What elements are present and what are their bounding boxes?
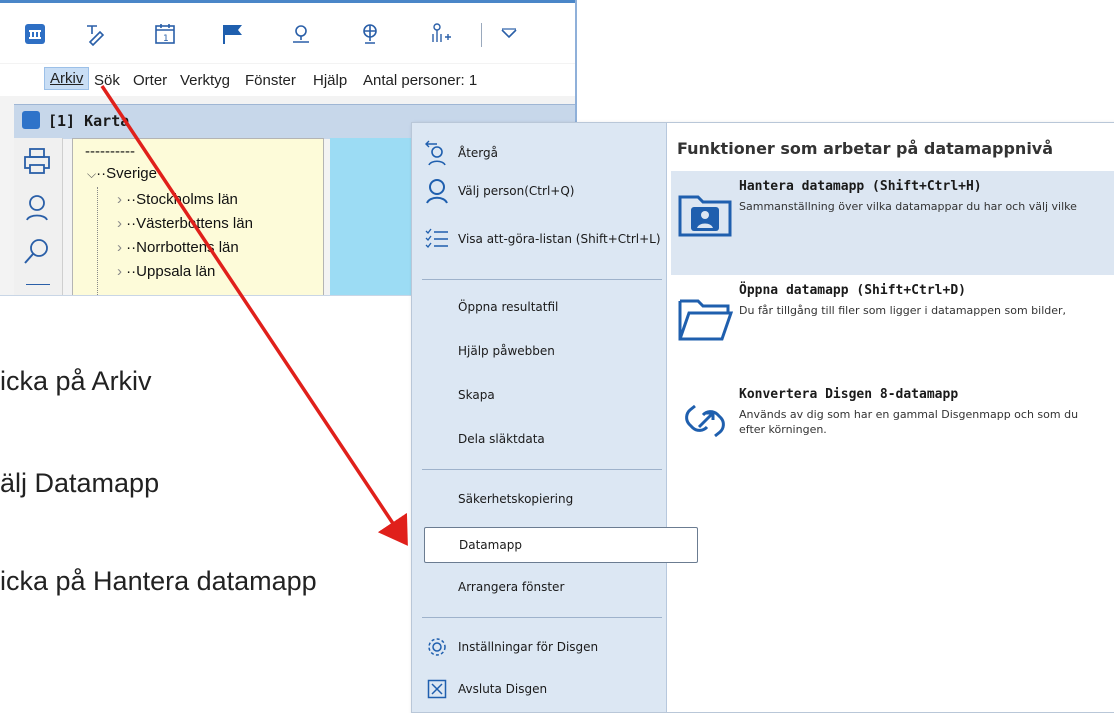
- menu-item-hjalp-pa-webben[interactable]: Hjälp påwebben: [424, 333, 696, 369]
- menu-fonster[interactable]: Fönster: [245, 72, 296, 89]
- tree-item-stockholm[interactable]: › ··Stockholms län: [117, 191, 238, 208]
- folder-person-icon: [677, 185, 733, 241]
- hantera-datamapp-option[interactable]: Hantera datamapp (Shift+Ctrl+H) Sammanst…: [671, 171, 1114, 275]
- convert-link-icon: [677, 393, 733, 449]
- file-menu-panel: Återgå Välj person(Ctrl+Q) Visa att-göra…: [411, 122, 1114, 713]
- family-tree-icon: [22, 111, 40, 129]
- instruction-step-3: icka på Hantera datamapp: [0, 566, 317, 596]
- menu-item-avsluta[interactable]: Avsluta Disgen: [424, 671, 662, 707]
- menu-item-valj-person[interactable]: Välj person(Ctrl+Q): [424, 173, 662, 209]
- menu-item-installningar[interactable]: Inställningar för Disgen: [424, 629, 662, 665]
- person-icon[interactable]: [22, 192, 54, 224]
- option-title: Konvertera Disgen 8-datamapp: [739, 387, 959, 402]
- tree-item-vasterbotten[interactable]: › ··Västerbottens län: [117, 215, 253, 232]
- menu-item-oppna-resultatfil[interactable]: Öppna resultatfil: [424, 289, 696, 325]
- chevron-down-icon[interactable]: [494, 19, 524, 49]
- menu-item-datamapp[interactable]: Datamapp: [424, 527, 698, 563]
- menu-arkiv[interactable]: Arkiv: [44, 67, 90, 90]
- print-icon[interactable]: [22, 146, 54, 178]
- place-pin-icon[interactable]: [286, 19, 316, 49]
- gear-icon: [424, 634, 450, 660]
- option-title: Öppna datamapp (Shift+Ctrl+D): [739, 283, 966, 298]
- checklist-icon: [424, 226, 450, 252]
- toolbar: 1: [0, 0, 575, 63]
- flag-icon[interactable]: [218, 19, 248, 49]
- tree-guide-line: [97, 187, 98, 295]
- option-description: Används av dig som har en gammal Disgenm…: [739, 408, 1079, 436]
- tree-dashes: ----------: [85, 143, 135, 160]
- datamapp-functions-panel: Funktioner som arbetar på datamappnivå H…: [667, 123, 1114, 712]
- option-title: Hantera datamapp (Shift+Ctrl+H): [739, 179, 982, 194]
- search-icon[interactable]: [22, 236, 54, 268]
- folder-open-icon: [677, 289, 734, 345]
- family-tree-icon[interactable]: [20, 19, 50, 49]
- place-tree: ---------- ⌵··Sverige › ··Stockholms län…: [72, 138, 376, 295]
- menu-sok[interactable]: Sök: [94, 72, 120, 89]
- close-box-icon: [424, 676, 450, 702]
- menu-separator: [422, 279, 662, 280]
- menu-item-atergaa[interactable]: Återgå: [424, 135, 662, 171]
- menu-orter[interactable]: Orter: [133, 72, 167, 89]
- instruction-step-1: icka på Arkiv: [0, 366, 152, 396]
- menu-item-dela-slaktdata[interactable]: Dela släktdata: [424, 421, 696, 457]
- person-count-status: Antal personer: 1: [363, 72, 478, 89]
- toolbar-separator: [481, 23, 482, 47]
- konvertera-datamapp-option[interactable]: Konvertera Disgen 8-datamapp Används av …: [671, 379, 1114, 483]
- person-icon: [424, 178, 450, 204]
- menu-separator: [422, 617, 662, 618]
- menu-verktyg[interactable]: Verktyg: [180, 72, 230, 89]
- instruction-step-2: älj Datamapp: [0, 468, 160, 498]
- menu-bar: Arkiv Sök Orter Verktyg Fönster Hjälp An…: [0, 64, 575, 96]
- tree-item-norrbotten[interactable]: › ··Norrbottens län: [117, 239, 239, 256]
- menu-item-arrangera-fonster[interactable]: Arrangera fönster: [424, 569, 696, 605]
- oppna-datamapp-option[interactable]: Öppna datamapp (Shift+Ctrl+D) Du får til…: [671, 275, 1114, 379]
- menu-hjalp[interactable]: Hjälp: [313, 72, 347, 89]
- svg-text:1: 1: [163, 34, 169, 44]
- option-description: Sammanställning över vilka datamappar du…: [739, 200, 1077, 213]
- side-toolbar: [14, 138, 63, 295]
- menu-item-skapa[interactable]: Skapa: [424, 377, 696, 413]
- tree-item-sverige[interactable]: ⌵··Sverige: [87, 165, 157, 182]
- menu-separator: [422, 469, 662, 470]
- menu-item-att-gora-listan[interactable]: Visa att-göra-listan (Shift+Ctrl+L): [424, 221, 662, 257]
- add-person-icon[interactable]: [425, 19, 455, 49]
- option-description: Du får tillgång till filer som ligger i …: [739, 304, 1067, 317]
- inner-window-title: [1] Karta: [48, 112, 130, 130]
- functions-panel-title: Funktioner som arbetar på datamappnivå: [677, 139, 1054, 158]
- calendar-icon[interactable]: 1: [150, 19, 180, 49]
- back-person-icon: [424, 140, 450, 166]
- tree-item-uppsala[interactable]: › ··Uppsala län: [117, 263, 215, 280]
- menu-item-sakerhetskopiering[interactable]: Säkerhetskopiering: [424, 481, 696, 517]
- globe-stand-icon[interactable]: [355, 19, 385, 49]
- file-menu-commands: Återgå Välj person(Ctrl+Q) Visa att-göra…: [412, 123, 698, 712]
- edit-pen-icon[interactable]: [80, 19, 110, 49]
- divider: [26, 284, 50, 285]
